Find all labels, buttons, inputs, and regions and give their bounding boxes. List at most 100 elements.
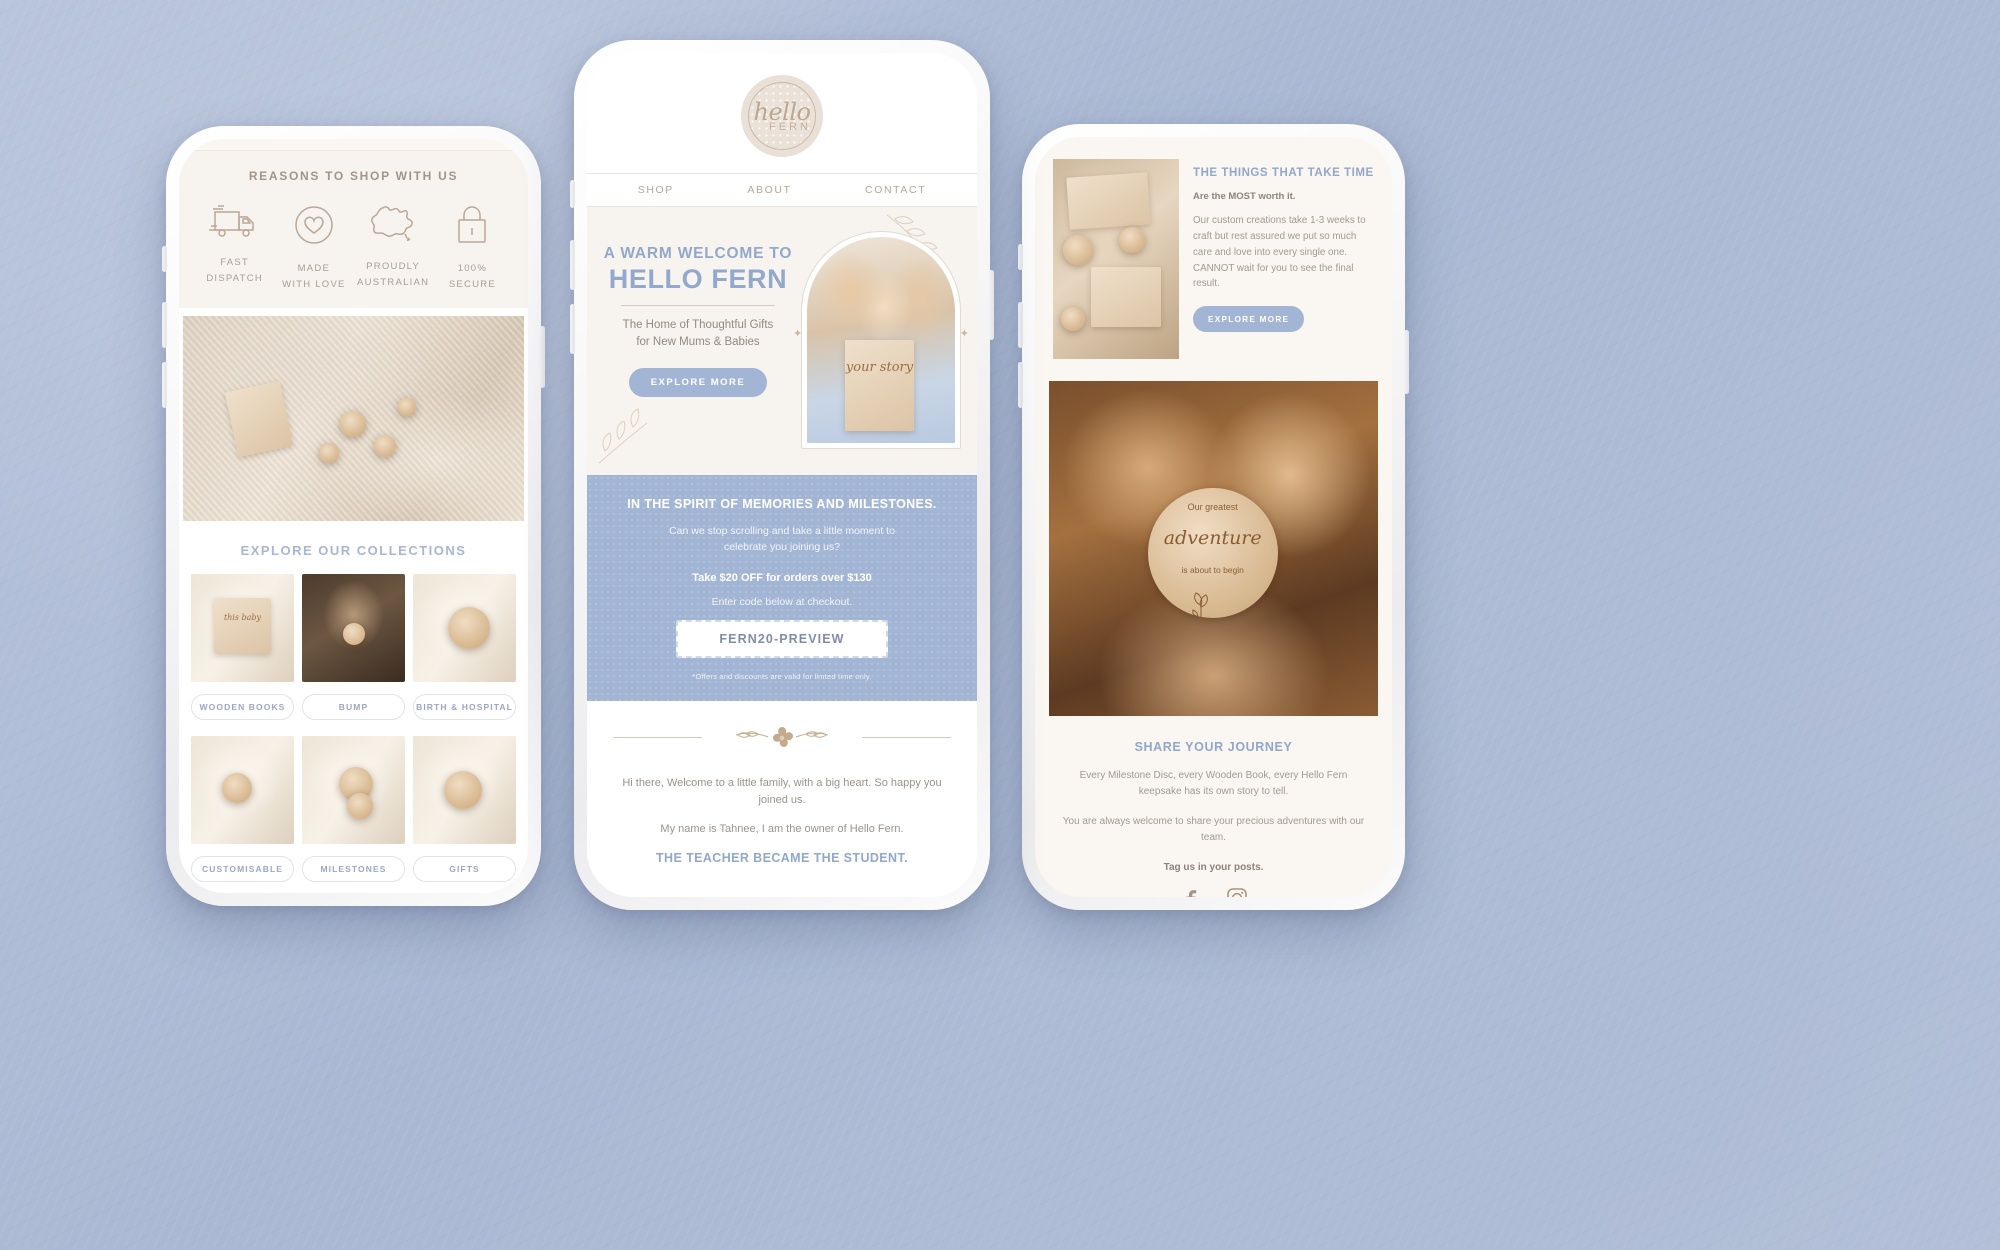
phone-center-volume-down-button[interactable] [570, 304, 575, 354]
hero-section: A WARM WELCOME TO HELLO FERN The Home of… [587, 207, 977, 475]
things-that-take-time-section: THE THINGS THAT TAKE TIME Are the MOST w… [1035, 137, 1392, 377]
phone-mockup-right: THE THINGS THAT TAKE TIME Are the MOST w… [1018, 124, 1409, 910]
explore-collections-title: EXPLORE OUR COLLECTIONS [240, 543, 467, 559]
main-navigation: SHOP ABOUT CONTACT [587, 173, 977, 207]
hero-explore-more-button[interactable]: EXPLORE MORE [628, 367, 768, 397]
collection-chips-row-1: WOODEN BOOKS BUMP BIRTH & HOSPITAL [179, 682, 528, 721]
disc-script: adventure [1163, 527, 1262, 550]
phone-right-mute-button[interactable] [1018, 244, 1023, 270]
sparkle-right-icon: ✦ [959, 328, 969, 340]
disc-line2: is about to begin [1181, 565, 1244, 576]
keepsakes-box-photo [1053, 159, 1179, 359]
logo-word-text: FERN [769, 120, 811, 133]
hero-subtitle: The Home of Thoughtful Gifts for New Mum… [603, 317, 793, 352]
promo-body-line1: Can we stop scrolling and take a little … [669, 525, 895, 537]
chip-bump[interactable]: BUMP [302, 694, 405, 721]
take-time-subheading: Are the MOST worth it. [1193, 191, 1296, 202]
phone-right-volume-down-button[interactable] [1018, 362, 1023, 408]
promo-body-line2: celebrate you joining us? [723, 541, 841, 554]
hero-subtitle-line1: The Home of Thoughtful Gifts [622, 319, 774, 332]
share-journey-tagline: Tag us in your posts. [1163, 862, 1264, 873]
phone-left-volume-down-button[interactable] [162, 362, 167, 408]
promo-heading: IN THE SPIRIT OF MEMORIES AND MILESTONES… [627, 497, 937, 511]
reason-line1: FAST [220, 257, 249, 268]
promo-disclaimer: *Offers and discounts are valid for limt… [692, 671, 872, 681]
promo-section: IN THE SPIRIT OF MEMORIES AND MILESTONES… [587, 475, 977, 701]
promo-offer: Take $20 OFF for orders over $130 [692, 571, 872, 584]
reasons-icon-row: FAST DISPATCH MADE WITH LOVE PROUDLY AUS… [189, 203, 518, 292]
right-phone-screen: THE THINGS THAT TAKE TIME Are the MOST w… [1035, 137, 1392, 897]
chip-milestones[interactable]: MILESTONES [302, 856, 405, 883]
reasons-title: REASONS TO SHOP WITH US [248, 169, 459, 183]
padlock-icon [458, 206, 487, 243]
collection-tile-milestones[interactable] [302, 736, 405, 845]
hero-divider [621, 305, 775, 307]
collection-tile-customisable[interactable] [191, 736, 294, 845]
phone-right-volume-up-button[interactable] [1018, 302, 1023, 348]
phone-left-mute-button[interactable] [162, 246, 167, 272]
footer-welcome-text: Hi there, Welcome to a little family, wi… [622, 776, 942, 806]
left-top-strip [179, 139, 528, 151]
delivery-truck-icon [208, 205, 254, 237]
facebook-icon[interactable] [1180, 887, 1200, 897]
instagram-icon[interactable] [1226, 887, 1248, 897]
phone-center-power-button[interactable] [989, 270, 994, 340]
feature-couple-photo: Our greatest adventure is about to begin [1049, 381, 1378, 716]
chip-birth-hospital[interactable]: BIRTH & HOSPITAL [413, 694, 516, 721]
phone-left-power-button[interactable] [540, 326, 545, 388]
logo-script-text: hello [753, 97, 811, 126]
reason-line2: AUSTRALIAN [357, 276, 430, 288]
promo-code-box[interactable]: FERN20-PREVIEW [676, 619, 888, 658]
collection-tile-gifts[interactable] [413, 736, 516, 845]
reason-line2: SECURE [448, 278, 496, 290]
share-journey-paragraph-1: Every Milestone Disc, every Wooden Book,… [1079, 770, 1348, 797]
fern-leaf-engraving-icon [1192, 592, 1208, 619]
collections-grid-row-2 [179, 736, 528, 845]
phone-mockup-left: REASONS TO SHOP WITH US FAST DISPATCH MA… [162, 126, 545, 906]
promo-body: Can we stop scrolling and take a little … [613, 523, 951, 556]
reasons-to-shop-section: REASONS TO SHOP WITH US FAST DISPATCH MA… [179, 151, 528, 309]
reason-line1: 100% [457, 263, 488, 274]
collection-tile-bump[interactable] [302, 574, 405, 683]
hello-fern-logo[interactable]: hello FERN [741, 75, 823, 157]
phone-left-volume-up-button[interactable] [162, 302, 167, 348]
chip-gifts[interactable]: GIFTS [413, 856, 516, 883]
share-journey-paragraph-2: You are always welcome to share your pre… [1062, 816, 1365, 843]
hero-text-block: A WARM WELCOME TO HELLO FERN The Home of… [603, 231, 793, 449]
reason-line2: DISPATCH [206, 272, 263, 284]
phone-right-power-button[interactable] [1404, 330, 1409, 394]
center-footer-section: Hi there, Welcome to a little family, wi… [587, 700, 977, 883]
collection-tile-wooden-books[interactable]: this baby [191, 574, 294, 683]
promo-instruction: Enter code below at checkout. [711, 595, 853, 608]
nav-item-shop[interactable]: SHOP [638, 184, 674, 196]
take-time-explore-more-button[interactable]: EXPLORE MORE [1193, 306, 1305, 333]
reason-fast-dispatch: FAST DISPATCH [196, 203, 274, 292]
nav-item-about[interactable]: ABOUT [747, 184, 791, 196]
reason-line2: WITH LOVE [282, 278, 346, 290]
left-hero-image [183, 316, 524, 522]
heart-circle-icon [295, 206, 333, 244]
reason-line1: MADE [297, 263, 331, 274]
floral-divider-icon [735, 726, 829, 747]
collection-tile-birth-hospital[interactable] [413, 574, 516, 683]
hero-title: HELLO FERN [608, 264, 788, 294]
phone-center-mute-button[interactable] [570, 180, 575, 208]
hero-family-photo: your story [807, 237, 955, 443]
chip-wooden-books[interactable]: WOODEN BOOKS [191, 694, 294, 721]
phone-center-volume-up-button[interactable] [570, 240, 575, 290]
floral-divider [613, 723, 951, 753]
hero-arch-frame: your story [801, 231, 961, 449]
reason-line1: PROUDLY [366, 261, 421, 272]
australia-map-icon [371, 206, 413, 242]
social-links [1061, 887, 1366, 897]
hero-image-block: ✦ ✦ your story [793, 231, 969, 449]
reason-proudly-australian: PROUDLY AUSTRALIAN [354, 203, 432, 292]
phone-mockup-center: hello FERN SHOP ABOUT CONTACT A WARM WEL… [570, 40, 994, 910]
take-time-heading: THE THINGS THAT TAKE TIME [1193, 167, 1374, 179]
nav-item-contact[interactable]: CONTACT [865, 184, 926, 196]
left-phone-screen: REASONS TO SHOP WITH US FAST DISPATCH MA… [179, 139, 528, 893]
brand-logo-wrap: hello FERN [587, 53, 977, 173]
take-time-paragraph: Our custom creations take 1-3 weeks to c… [1193, 215, 1366, 290]
chip-customisable[interactable]: CUSTOMISABLE [191, 856, 294, 883]
share-journey-section: SHARE YOUR JOURNEY Every Milestone Disc,… [1035, 716, 1392, 897]
